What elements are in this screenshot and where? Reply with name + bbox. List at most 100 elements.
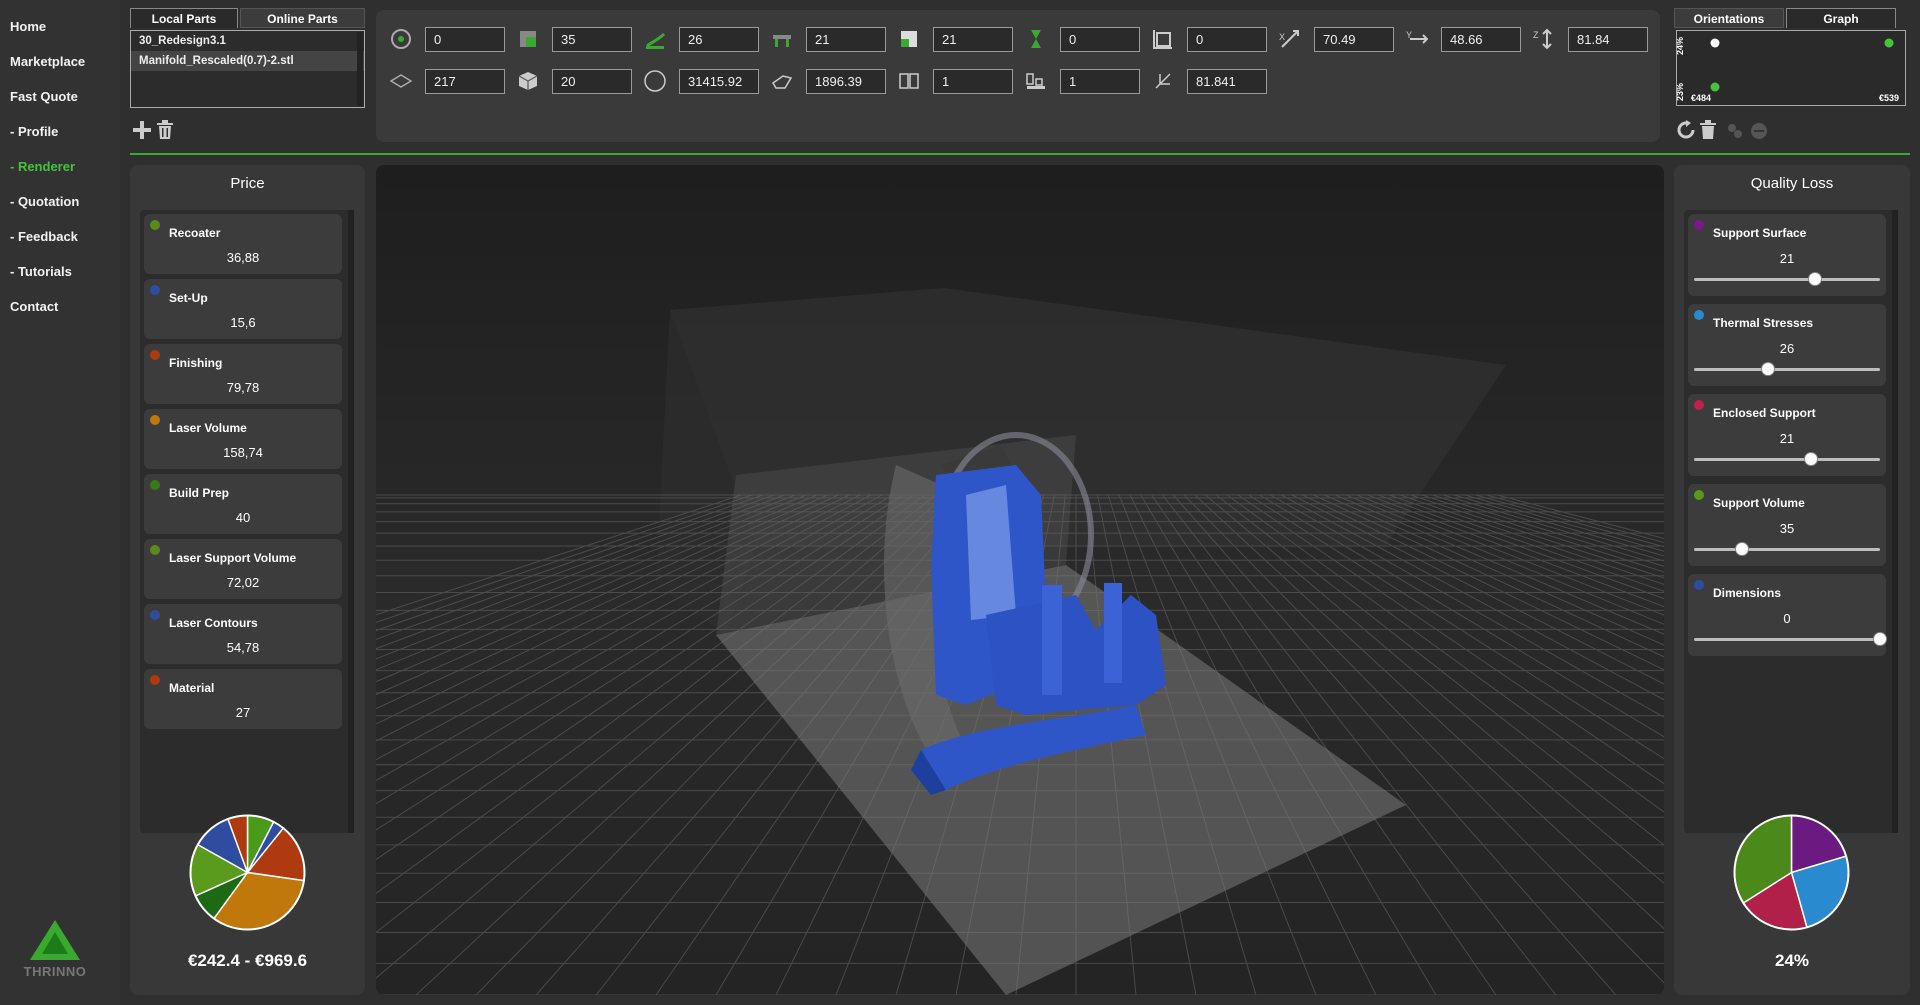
quality-item: Thermal Stresses 26 [1688, 304, 1886, 386]
param-input-enclosed-support[interactable] [806, 27, 886, 52]
param-input-surface-area[interactable] [806, 69, 886, 94]
3d-viewport[interactable] [376, 165, 1664, 995]
param-input-hourglass[interactable] [1060, 27, 1140, 52]
minus-button[interactable] [1750, 122, 1768, 144]
quality-slider[interactable] [1694, 362, 1880, 376]
slider-thumb[interactable] [1807, 272, 1822, 286]
parts-panel: Local Parts Online Parts 30_Redesign3.1 … [130, 8, 365, 108]
price-item[interactable]: Finishing 79,78 [144, 344, 342, 404]
thermal-stress-icon [646, 32, 666, 49]
param-input-support-volume[interactable] [552, 27, 632, 52]
orientation-point[interactable] [1710, 38, 1720, 48]
slider-thumb[interactable] [1761, 362, 1776, 376]
quality-item: Support Surface 21 [1688, 214, 1886, 296]
nav-fast-quote[interactable]: Fast Quote [10, 89, 78, 104]
legend-dot [1694, 490, 1704, 500]
price-item-label: Laser Contours [169, 616, 258, 630]
param-input-y-axis[interactable] [1441, 27, 1521, 52]
support-volume-icon [520, 31, 536, 47]
quality-slider[interactable] [1694, 272, 1880, 286]
price-item[interactable]: Laser Contours 54,78 [144, 604, 342, 664]
param-input-dimensions[interactable] [1187, 27, 1267, 52]
nav-quotation[interactable]: - Quotation [10, 194, 79, 209]
add-part-button[interactable] [132, 120, 152, 144]
quality-scrollbar[interactable] [1892, 210, 1898, 833]
nav-profile[interactable]: - Profile [10, 124, 58, 139]
part-item[interactable]: 30_Redesign3.1 [131, 31, 364, 51]
price-item[interactable]: Material 27 [144, 669, 342, 729]
legend-dot [150, 285, 160, 295]
price-item[interactable]: Recoater 36,88 [144, 214, 342, 274]
parts-list: 30_Redesign3.1 Manifold_Rescaled(0.7)-2.… [130, 30, 365, 108]
orientations-graph[interactable]: 24% 23% €484 €539 [1675, 30, 1906, 106]
price-item-value: 40 [235, 510, 251, 525]
legend-dot [150, 415, 160, 425]
slider-thumb[interactable] [1735, 542, 1750, 556]
parts-list-scrollbar[interactable] [357, 32, 363, 106]
divider-line [130, 153, 1910, 155]
price-item[interactable]: Laser Volume 158,74 [144, 409, 342, 469]
param-input-platform[interactable] [1060, 69, 1140, 94]
layout-icon [899, 73, 919, 89]
price-item[interactable]: Build Prep 40 [144, 474, 342, 534]
nav-feedback[interactable]: - Feedback [10, 229, 78, 244]
quality-slider[interactable] [1694, 542, 1880, 556]
quality-item-value: 21 [1779, 431, 1795, 446]
price-scrollbar[interactable] [348, 210, 354, 833]
price-title: Price [230, 175, 265, 192]
quality-item-label: Enclosed Support [1713, 406, 1816, 420]
tab-online-parts[interactable]: Online Parts [240, 8, 365, 28]
slider-thumb[interactable] [1873, 632, 1887, 646]
svg-text:X: X [1279, 32, 1285, 42]
tab-local-parts[interactable]: Local Parts [130, 8, 238, 28]
refresh-button[interactable] [1676, 120, 1696, 144]
nav-renderer[interactable]: - Renderer [10, 159, 75, 174]
price-pie-chart [180, 805, 315, 940]
price-item-value: 158,74 [223, 445, 263, 460]
param-input-layers[interactable] [425, 69, 505, 94]
settings-button[interactable] [1726, 122, 1744, 144]
quality-slider[interactable] [1694, 632, 1887, 646]
orientation-point[interactable] [1884, 38, 1894, 48]
param-input-cube[interactable] [552, 69, 632, 94]
part-item[interactable]: Manifold_Rescaled(0.7)-2.stl [131, 51, 364, 71]
price-item[interactable]: Laser Support Volume 72,02 [144, 539, 342, 599]
quality-item: Dimensions 0 [1688, 574, 1887, 656]
y-axis-icon: Y [1406, 30, 1428, 44]
param-input-layout[interactable] [933, 69, 1013, 94]
quality-item: Enclosed Support 21 [1688, 394, 1886, 476]
param-input-circle-outline[interactable] [679, 69, 759, 94]
delete-orientation-button[interactable] [1700, 120, 1716, 144]
param-input-target[interactable] [425, 27, 505, 52]
legend-dot [1694, 310, 1704, 320]
trash-icon [157, 120, 173, 139]
param-input-thermal-stress[interactable] [679, 27, 759, 52]
param-input-x-axis[interactable] [1314, 27, 1394, 52]
nav-home[interactable]: Home [10, 19, 46, 34]
legend-dot [150, 220, 160, 230]
param-input-height[interactable] [1187, 69, 1267, 94]
orientation-point[interactable] [1710, 82, 1720, 92]
nav-contact[interactable]: Contact [10, 299, 58, 314]
x-axis-icon: X [1279, 30, 1299, 48]
price-item-value: 27 [235, 705, 251, 720]
price-item-label: Laser Volume [169, 421, 247, 435]
price-item[interactable]: Set-Up 15,6 [144, 279, 342, 339]
quality-slider[interactable] [1694, 452, 1880, 466]
refresh-icon [1677, 120, 1695, 139]
orientations-panel: Orientations Graph 24% 23% €484 €539 [1674, 8, 1910, 108]
slider-thumb[interactable] [1804, 452, 1819, 466]
param-input-support-surface[interactable] [933, 27, 1013, 52]
quality-loss-panel: Quality Loss Support Surface 21 Thermal St… [1674, 165, 1910, 995]
tab-graph[interactable]: Graph [1786, 8, 1896, 28]
logo-triangle-icon [30, 920, 80, 960]
price-list: Recoater 36,88 Set-Up 15,6 Finishing 79,78 Las… [140, 210, 352, 833]
tab-orientations[interactable]: Orientations [1674, 8, 1784, 28]
param-input-z-axis[interactable] [1568, 27, 1648, 52]
price-item-value: 79,78 [226, 380, 260, 395]
nav-marketplace[interactable]: Marketplace [10, 54, 85, 69]
price-item-value: 36,88 [226, 250, 260, 265]
minus-circle-icon [1751, 123, 1767, 139]
delete-part-button[interactable] [156, 120, 174, 144]
nav-tutorials[interactable]: - Tutorials [10, 264, 72, 279]
